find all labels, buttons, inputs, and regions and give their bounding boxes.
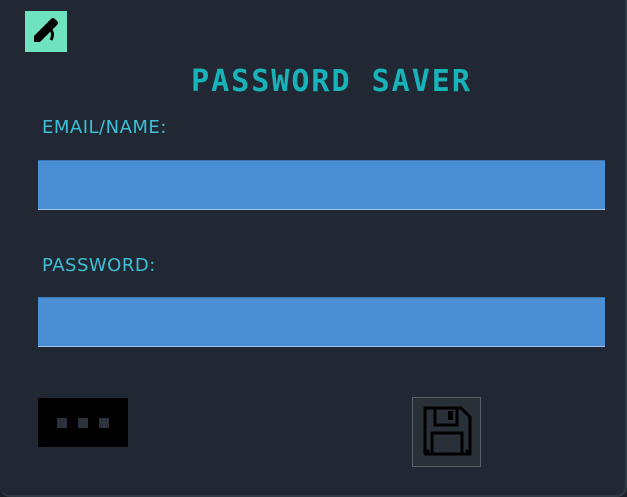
floppy-disk-icon (418, 402, 476, 463)
app-window: PASSWORD SAVER EMAIL/NAME: PASSWORD: (0, 0, 627, 497)
password-label: PASSWORD: (42, 255, 156, 276)
email-label: EMAIL/NAME: (42, 117, 167, 138)
edit-button[interactable] (25, 11, 67, 52)
more-options-button[interactable] (38, 398, 128, 447)
password-input[interactable] (38, 297, 605, 347)
more-dots-icon (99, 417, 109, 428)
more-dots-icon (78, 417, 88, 428)
email-input[interactable] (38, 160, 605, 210)
pencil-icon (31, 15, 61, 49)
save-button[interactable] (412, 397, 481, 467)
more-dots-icon (57, 417, 67, 428)
app-title: PASSWORD SAVER (191, 64, 472, 99)
